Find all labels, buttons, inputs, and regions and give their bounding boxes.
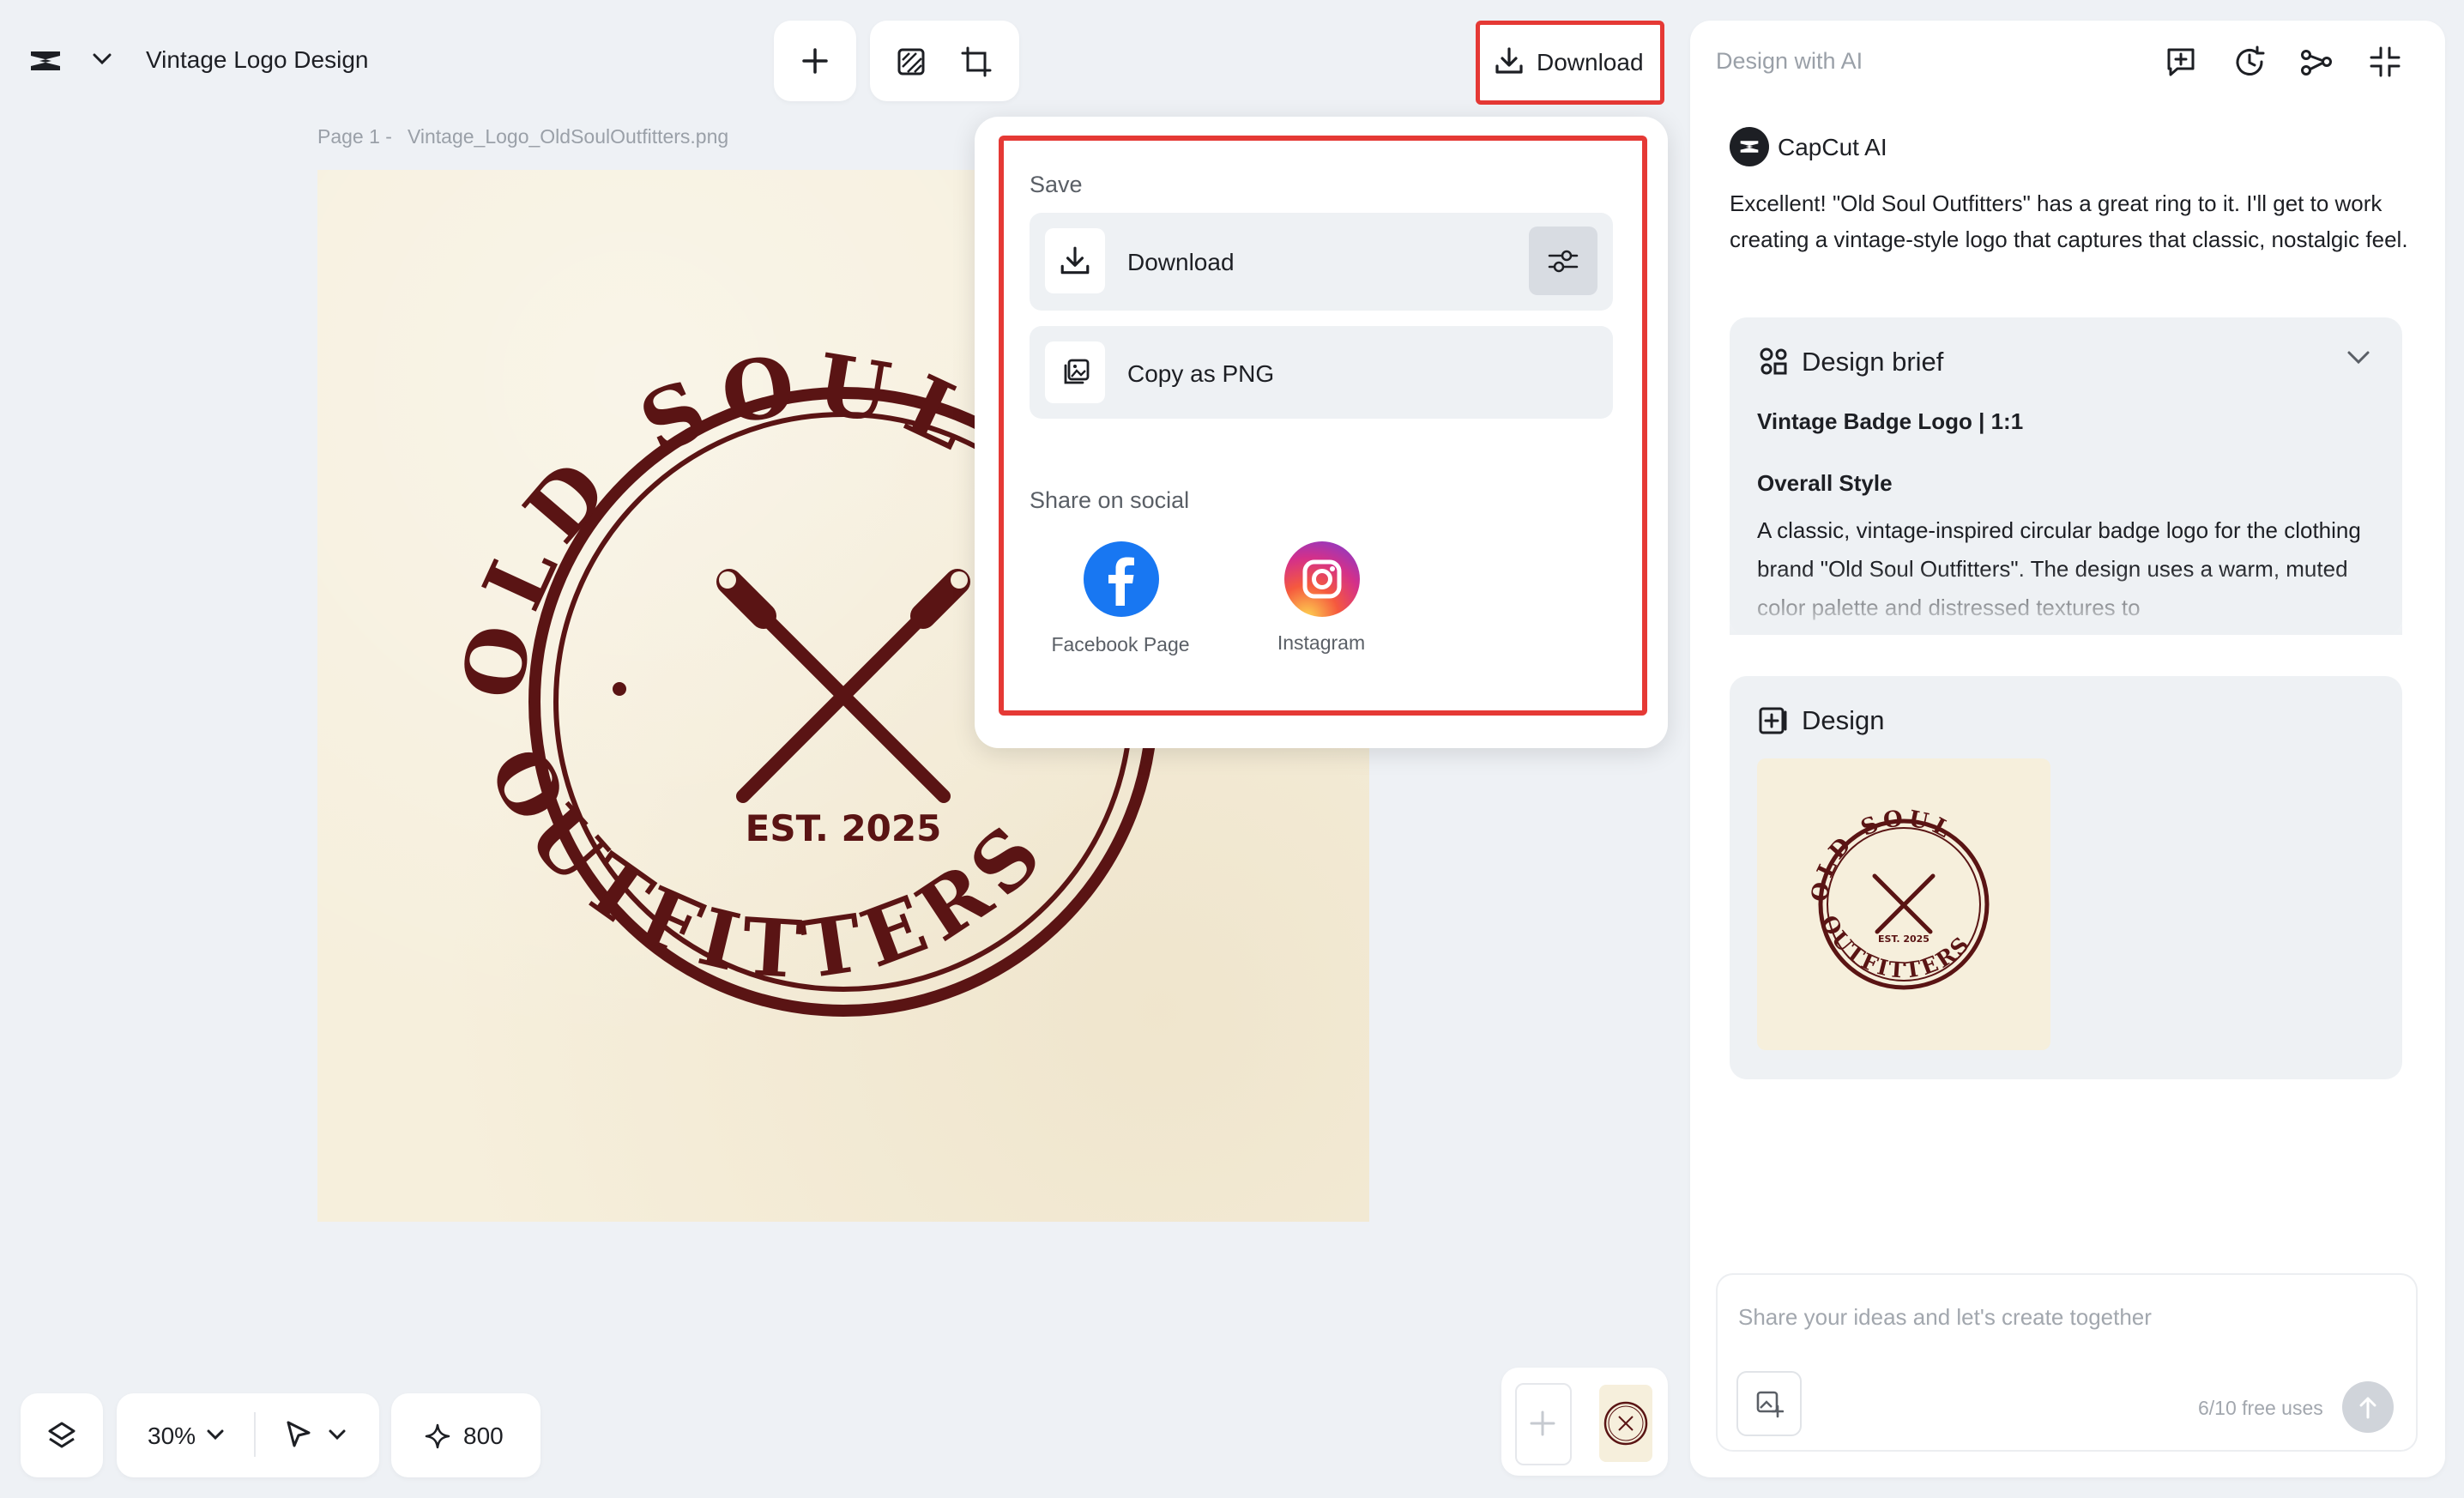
layers-button[interactable] xyxy=(21,1393,103,1477)
chevron-down-icon[interactable] xyxy=(328,1428,347,1441)
design-brief-title: Design brief xyxy=(1802,347,1944,377)
design-brief-subtitle: Vintage Badge Logo | 1:1 xyxy=(1757,408,2024,434)
collapse-icon[interactable] xyxy=(2368,45,2402,79)
brief-fade xyxy=(1730,566,2402,635)
page-thumbnail[interactable] xyxy=(1599,1385,1652,1462)
page-label: Page 1 - Vintage_Logo_OldSoulOutfitters.p… xyxy=(317,125,744,148)
capcut-ai-avatar xyxy=(1730,127,1769,166)
design-brief-icon xyxy=(1757,345,1790,378)
instagram-label: Instagram xyxy=(1277,631,1366,654)
save-section-title: Save xyxy=(1030,172,1083,197)
page-number: Page 1 - xyxy=(317,125,392,148)
copy-option-label: Copy as PNG xyxy=(1127,360,1275,387)
add-element-button[interactable] xyxy=(774,21,856,101)
resize-icon[interactable] xyxy=(961,46,992,77)
capcut-logo-icon xyxy=(1740,141,1759,153)
svg-text:OLD SOUL: OLD SOUL xyxy=(1807,806,1958,903)
history-icon[interactable] xyxy=(2232,45,2267,79)
capcut-logo-icon[interactable] xyxy=(26,41,65,81)
tool-group xyxy=(870,21,1019,101)
assistant-name: CapCut AI xyxy=(1778,134,1887,160)
facebook-page-label: Facebook Page xyxy=(1051,633,1190,655)
image-add-icon xyxy=(1756,1391,1784,1418)
ai-panel-title: Design with AI xyxy=(1716,48,1863,74)
chevron-down-icon[interactable] xyxy=(2346,348,2371,367)
divider xyxy=(254,1412,256,1457)
download-settings-button[interactable] xyxy=(1529,227,1597,295)
layers-icon xyxy=(48,1422,75,1448)
design-section-title: Design xyxy=(1802,705,1885,735)
arrow-up-icon xyxy=(2359,1397,2376,1419)
copy-image-icon xyxy=(1045,341,1105,403)
free-uses-counter: 6/10 free uses xyxy=(2198,1397,2323,1419)
download-icon xyxy=(1495,47,1523,74)
prompt-input[interactable] xyxy=(1716,1273,2418,1452)
chevron-down-icon[interactable] xyxy=(91,51,113,67)
facebook-icon[interactable] xyxy=(1083,541,1160,618)
attach-image-button[interactable] xyxy=(1736,1371,1802,1436)
thumb-established: EST. 2025 xyxy=(1878,933,1930,945)
download-button[interactable]: Download xyxy=(1476,21,1664,105)
background-remove-icon[interactable] xyxy=(896,46,927,77)
thumb-top-text: OLD SOUL xyxy=(1807,806,1954,903)
download-option[interactable] xyxy=(1030,213,1613,311)
overall-style-heading: Overall Style xyxy=(1757,470,1893,496)
chevron-down-icon[interactable] xyxy=(206,1428,225,1441)
design-add-icon xyxy=(1757,705,1788,736)
share-section-title: Share on social xyxy=(1030,487,1190,513)
sparkle-icon xyxy=(424,1422,451,1450)
document-title[interactable]: Vintage Logo Design xyxy=(146,46,368,74)
prompt-placeholder[interactable]: Share your ideas and let's create togeth… xyxy=(1738,1304,2152,1331)
logo-top-text: OLD SOUL xyxy=(444,335,983,704)
logo-established: EST. 2025 xyxy=(746,807,942,849)
add-page-button[interactable] xyxy=(1515,1383,1572,1465)
zoom-level[interactable]: 30% xyxy=(148,1422,196,1450)
plus-icon xyxy=(1530,1410,1555,1436)
instagram-icon[interactable] xyxy=(1283,541,1361,618)
download-option-label: Download xyxy=(1127,249,1235,275)
new-chat-icon[interactable] xyxy=(2164,45,2198,79)
copy-as-png-option[interactable] xyxy=(1030,326,1613,419)
download-label: Download xyxy=(1537,49,1644,76)
send-button[interactable] xyxy=(2342,1381,2394,1433)
design-thumbnail[interactable]: OLD SOUL OUTFITTERS EST. 2025 xyxy=(1757,758,2050,1050)
credits-count: 800 xyxy=(463,1422,504,1449)
plus-icon xyxy=(802,48,828,74)
sliders-icon xyxy=(1548,250,1579,273)
pointer-icon[interactable] xyxy=(283,1419,314,1450)
svg-text:OLD SOUL: OLD SOUL xyxy=(444,335,999,704)
file-name[interactable]: Vintage_Logo_OldSoulOutfitters.png xyxy=(408,125,728,148)
download-icon xyxy=(1045,228,1105,293)
branch-icon[interactable] xyxy=(2299,45,2334,79)
assistant-message: Excellent! "Old Soul Outfitters" has a g… xyxy=(1730,190,2408,252)
